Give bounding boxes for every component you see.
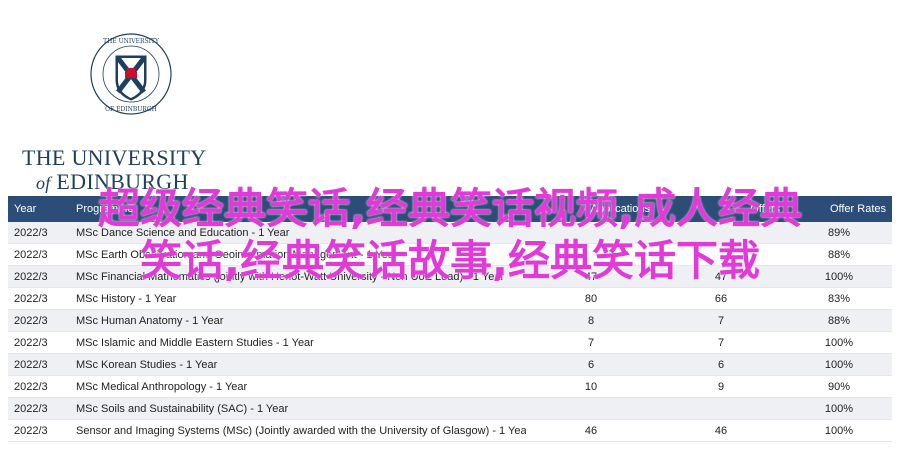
cell-programme: MSc Human Anatomy - 1 Year — [70, 309, 526, 332]
cell-programme: MSc History - 1 Year — [70, 287, 526, 310]
cell-programme: MSc Dance Science and Education - 1 Year — [70, 222, 526, 244]
cell-offer-rate: 89% — [786, 222, 892, 244]
table-row[interactable]: 2022/3 MSc Earth Observation and Geoinfor… — [8, 243, 892, 266]
table-row[interactable]: 2022/3 MSc Soils and Sustainability (SAC)… — [8, 397, 892, 420]
cell-programme: MSc Islamic and Middle Eastern Studies -… — [70, 331, 526, 354]
cell-year: 2022/3 — [8, 265, 70, 288]
column-header-applications[interactable]: Applications — [526, 196, 656, 222]
cell-offer-rate: 88% — [786, 309, 892, 332]
cell-applications — [526, 222, 656, 244]
cell-year: 2022/3 — [8, 353, 70, 376]
cell-programme: MSc Earth Observation and Geoinformation… — [70, 243, 526, 266]
cell-programme: MSc Soils and Sustainability (SAC) - 1 Y… — [70, 397, 526, 420]
cell-programme: MSc Korean Studies - 1 Year — [70, 353, 526, 376]
logo-title-line1: THE UNIVERSITY — [22, 145, 207, 170]
cell-offers: 7 — [656, 331, 786, 354]
cell-applications: 7 — [526, 331, 656, 354]
cell-applications — [526, 397, 656, 420]
column-header-programme[interactable]: Programme — [70, 196, 526, 222]
table-row[interactable]: 2022/3 MSc Islamic and Middle Eastern Stu… — [8, 331, 892, 354]
table-row[interactable]: 2022/3 MSc Medical Anthropology - 1 Year 1… — [8, 375, 892, 398]
cell-offers — [656, 243, 786, 266]
cell-offer-rate: 90% — [786, 375, 892, 398]
cell-offers: 66 — [656, 287, 786, 310]
cell-applications: 47 — [526, 265, 656, 288]
logo-of: of — [36, 173, 51, 193]
logo-edinburgh: EDINBURGH — [56, 169, 189, 194]
svg-text:THE UNIVERSITY: THE UNIVERSITY — [103, 38, 160, 45]
logo-title-line2: of EDINBURGH — [36, 169, 216, 195]
cell-programme: MSc Financial Mathematics (jointly with … — [70, 265, 526, 288]
svg-text:OF EDINBURGH: OF EDINBURGH — [105, 106, 157, 113]
cell-offers — [656, 397, 786, 420]
cell-year: 2022/3 — [8, 287, 70, 310]
cell-applications: 8 — [526, 309, 656, 332]
cell-offer-rate: 88% — [786, 243, 892, 266]
table-row[interactable]: 2022/3 MSc History - 1 Year 80 66 83% — [8, 287, 892, 310]
cell-offer-rate: 100% — [786, 331, 892, 354]
cell-offers: 46 — [656, 419, 786, 442]
cell-offer-rate: 100% — [786, 265, 892, 288]
cell-programme: Sensor and Imaging Systems (MSc) (Jointl… — [70, 419, 526, 442]
table-header-row: Year Programme Applications Offers Offer… — [8, 196, 892, 222]
cell-year: 2022/3 — [8, 222, 70, 244]
table-body: 2022/3 MSc Dance Science and Education - … — [8, 222, 892, 442]
cell-year: 2022/3 — [8, 397, 70, 420]
cell-applications: 10 — [526, 375, 656, 398]
cell-year: 2022/3 — [8, 243, 70, 266]
cell-applications: 46 — [526, 419, 656, 442]
cell-offers: 7 — [656, 309, 786, 332]
table-row[interactable]: 2022/3 MSc Financial Mathematics (jointly… — [8, 265, 892, 288]
cell-applications: 80 — [526, 287, 656, 310]
cell-offer-rate: 83% — [786, 287, 892, 310]
table-row[interactable]: 2022/3 Sensor and Imaging Systems (MSc) (… — [8, 419, 892, 442]
column-header-offer-rates[interactable]: Offer Rates — [786, 196, 892, 222]
offer-rates-table-container: Year Programme Applications Offers Offer… — [8, 196, 892, 442]
cell-offers: 6 — [656, 353, 786, 376]
cell-programme: MSc Medical Anthropology - 1 Year — [70, 375, 526, 398]
cell-year: 2022/3 — [8, 419, 70, 442]
cell-offers: 9 — [656, 375, 786, 398]
cell-applications: 6 — [526, 353, 656, 376]
column-header-offers[interactable]: Offers — [656, 196, 786, 222]
cell-offers: 47 — [656, 265, 786, 288]
cell-offer-rate: 100% — [786, 397, 892, 420]
table-row[interactable]: 2022/3 MSc Human Anatomy - 1 Year 8 7 88% — [8, 309, 892, 332]
cell-applications — [526, 243, 656, 266]
cell-offer-rate: 100% — [786, 353, 892, 376]
cell-year: 2022/3 — [8, 309, 70, 332]
cell-year: 2022/3 — [8, 375, 70, 398]
cell-offers — [656, 222, 786, 244]
offer-rates-table: Year Programme Applications Offers Offer… — [8, 196, 892, 442]
university-logo: THE UNIVERSITY OF EDINBURGH THE UNIVERSI… — [22, 26, 206, 194]
column-header-year[interactable]: Year — [8, 196, 70, 222]
cell-year: 2022/3 — [8, 331, 70, 354]
cell-offer-rate: 100% — [786, 419, 892, 442]
table-row[interactable]: 2022/3 MSc Korean Studies - 1 Year 6 6 100% — [8, 353, 892, 376]
university-crest-icon: THE UNIVERSITY OF EDINBURGH — [90, 33, 172, 115]
table-row[interactable]: 2022/3 MSc Dance Science and Education - … — [8, 222, 892, 244]
